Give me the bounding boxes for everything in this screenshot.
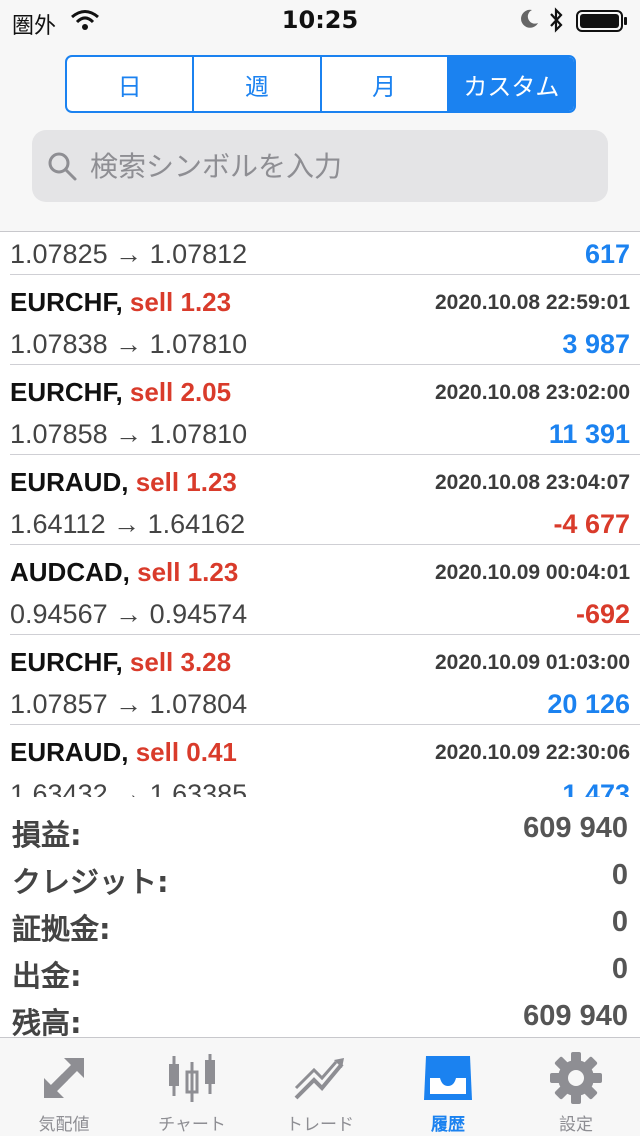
account-summary: 損益: 609 940 クレジット: 0 証拠金: 0 出金: 0 残高: 609 940 <box>0 806 640 1040</box>
deal-direction: sell 1.23 <box>135 467 237 497</box>
deals-list[interactable]: 1.07825 → 1.07812 617 EURCHF, sell 1.23 202… <box>0 233 640 797</box>
battery-icon <box>576 10 627 32</box>
deal-profit: 3 987 <box>562 329 630 359</box>
summary-value: 609 940 <box>523 812 628 844</box>
deal-row[interactable]: EURCHF, sell 2.05 2020.10.08 23:02:00 1.07… <box>10 365 640 455</box>
period-month-segment[interactable]: 月 <box>319 57 447 111</box>
deal-symbol: EURCHF, <box>10 377 123 407</box>
summary-row: 損益: 609 940 <box>0 806 640 853</box>
deal-prices: 1.64112 → 1.64162 <box>10 509 246 539</box>
trade-trend-icon <box>294 1058 344 1100</box>
deal-profit: 20 126 <box>547 689 630 719</box>
deal-profit: 1 473 <box>562 779 630 797</box>
deal-time: 2020.10.08 23:02:00 <box>435 381 630 404</box>
tab-chart[interactable]: チャート <box>128 1038 256 1136</box>
deal-row[interactable]: 1.07825 → 1.07812 617 <box>10 233 640 275</box>
deal-prices: 1.63432 → 1.63385 <box>10 779 248 797</box>
deal-direction: sell 1.23 <box>129 287 232 317</box>
search-symbol-input[interactable] <box>90 130 590 202</box>
bluetooth-icon <box>550 7 563 33</box>
deal-symbol: EURCHF, <box>10 287 123 317</box>
deal-direction: sell 0.41 <box>135 737 237 767</box>
deal-time: 2020.10.09 00:04:01 <box>435 561 630 584</box>
deal-direction: sell 3.28 <box>129 647 232 677</box>
settings-gear-icon <box>550 1052 602 1104</box>
summary-value: 0 <box>611 906 628 938</box>
summary-label: クレジット: <box>12 865 169 899</box>
deal-row[interactable]: EURCHF, sell 3.28 2020.10.09 01:03:00 1.07… <box>10 635 640 725</box>
summary-value: 609 940 <box>523 1000 628 1032</box>
deal-direction: sell 2.05 <box>129 377 232 407</box>
period-custom-segment[interactable]: カスタム <box>446 57 574 111</box>
period-day-segment[interactable]: 日 <box>67 57 192 111</box>
deal-symbol: EURAUD, <box>10 467 129 497</box>
status-bar: 圏外 10:25 <box>0 0 640 40</box>
deal-row[interactable]: EURAUD, sell 1.23 2020.10.08 23:04:07 1.64… <box>10 455 640 545</box>
deal-title: AUDCAD, sell 1.23 <box>10 557 238 588</box>
tab-trade-label: トレード <box>286 1115 354 1135</box>
deal-prices: 1.07838 → 1.07810 <box>10 329 248 359</box>
tab-settings[interactable]: 設定 <box>512 1038 640 1136</box>
summary-label: 損益: <box>12 818 82 852</box>
tab-quotes[interactable]: 気配値 <box>0 1038 128 1136</box>
tab-chart-label: チャート <box>158 1115 226 1135</box>
history-inbox-icon <box>424 1056 472 1100</box>
summary-row: 残高: 609 940 <box>0 994 640 1041</box>
summary-value: 0 <box>611 953 628 985</box>
candlestick-chart-icon <box>169 1054 215 1102</box>
quotes-arrows-icon <box>44 1058 84 1098</box>
deal-row[interactable]: EURCHF, sell 1.23 2020.10.08 22:59:01 1.07… <box>10 275 640 365</box>
deal-profit: -4 677 <box>553 509 630 539</box>
deal-title: EURCHF, sell 1.23 <box>10 287 231 318</box>
summary-label: 残高: <box>12 1006 82 1040</box>
deal-direction: sell 1.23 <box>137 557 239 587</box>
period-segmented-control: 日 週 月 カスタム <box>65 55 576 113</box>
summary-row: クレジット: 0 <box>0 853 640 900</box>
deal-prices: 0.94567 → 0.94574 <box>10 599 248 629</box>
do-not-disturb-moon-icon <box>521 9 538 28</box>
tab-settings-label: 設定 <box>559 1115 593 1135</box>
summary-row: 証拠金: 0 <box>0 900 640 947</box>
summary-value: 0 <box>611 859 628 891</box>
search-box[interactable] <box>32 130 608 202</box>
period-week-segment[interactable]: 週 <box>192 57 319 111</box>
deal-title: EURAUD, sell 0.41 <box>10 737 237 768</box>
deal-symbol: AUDCAD, <box>10 557 130 587</box>
tab-trade[interactable]: トレード <box>256 1038 384 1136</box>
tab-history[interactable]: 履歴 <box>384 1038 512 1136</box>
deal-time: 2020.10.08 22:59:01 <box>435 291 630 314</box>
tab-bar: 気配値 チャート トレード 履歴 設定 <box>0 1037 640 1136</box>
deal-profit: 11 391 <box>548 419 630 449</box>
deal-row[interactable]: EURAUD, sell 0.41 2020.10.09 22:30:06 1.63… <box>10 725 640 797</box>
summary-row: 出金: 0 <box>0 947 640 994</box>
tab-history-label: 履歴 <box>431 1115 465 1135</box>
deal-title: EURCHF, sell 2.05 <box>10 377 231 408</box>
deal-prices: 1.07857 → 1.07804 <box>10 689 248 719</box>
deal-prices: 1.07858 → 1.07810 <box>10 419 248 449</box>
deal-profit: 617 <box>584 239 630 269</box>
deal-prices: 1.07825 → 1.07812 <box>10 239 248 269</box>
history-header: 日 週 月 カスタム <box>0 40 640 232</box>
deal-row[interactable]: AUDCAD, sell 1.23 2020.10.09 00:04:01 0.94… <box>10 545 640 635</box>
summary-label: 証拠金: <box>12 912 111 946</box>
summary-label: 出金: <box>12 959 82 993</box>
deal-time: 2020.10.09 22:30:06 <box>435 741 630 764</box>
tab-quotes-label: 気配値 <box>38 1115 90 1135</box>
deal-time: 2020.10.08 23:04:07 <box>435 471 630 494</box>
clock: 10:25 <box>281 6 359 34</box>
deal-time: 2020.10.09 01:03:00 <box>435 651 630 674</box>
deal-title: EURCHF, sell 3.28 <box>10 647 231 678</box>
deal-title: EURAUD, sell 1.23 <box>10 467 237 498</box>
deal-symbol: EURAUD, <box>10 737 129 767</box>
search-icon <box>48 152 77 181</box>
deal-profit: -692 <box>575 599 630 629</box>
deal-symbol: EURCHF, <box>10 647 123 677</box>
